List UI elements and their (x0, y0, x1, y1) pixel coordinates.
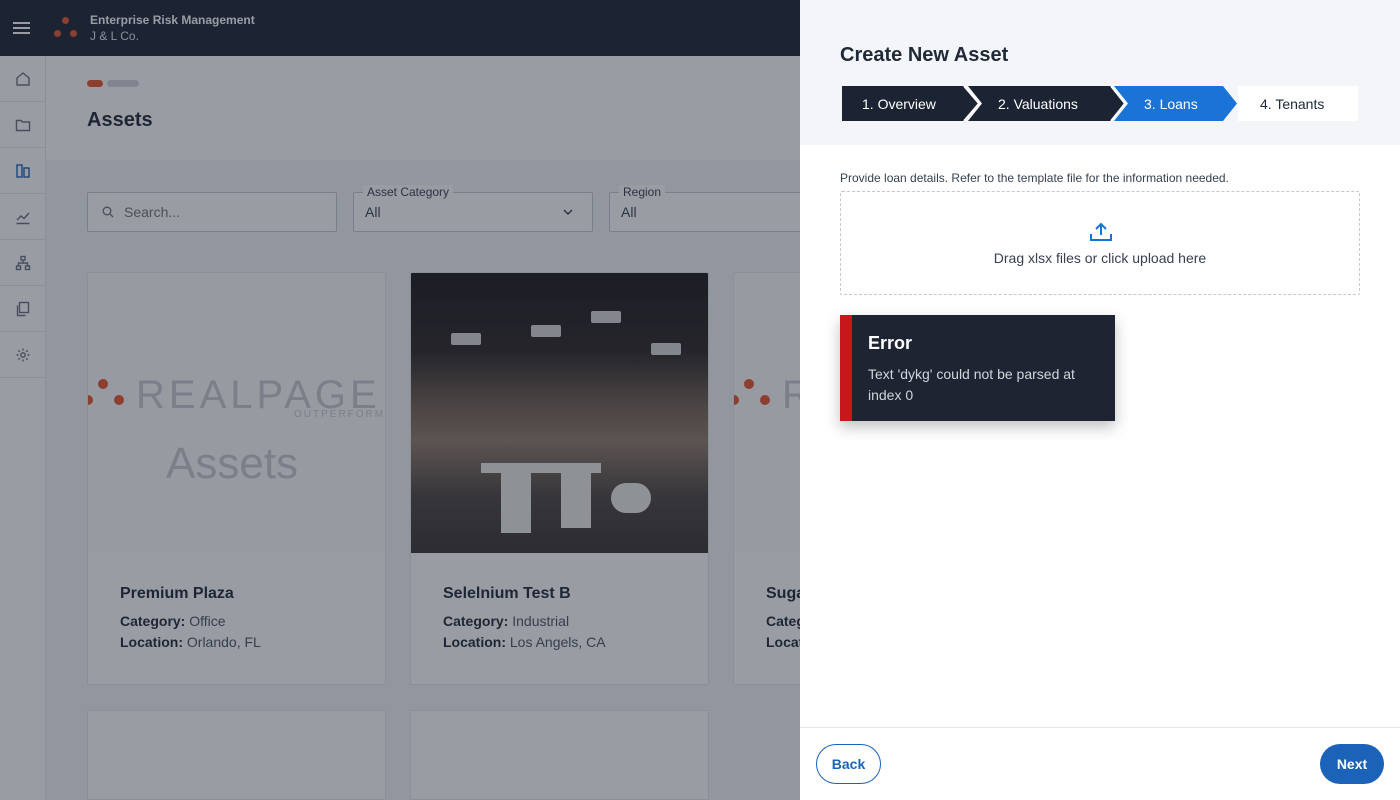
file-dropzone[interactable]: Drag xlsx files or click upload here (840, 191, 1360, 295)
back-button[interactable]: Back (816, 744, 881, 784)
step-progress: 1. Overview 2. Valuations 3. Loans 4. Te… (842, 86, 1358, 121)
step-label: 2. Valuations (998, 95, 1078, 112)
upload-instructions: Provide loan details. Refer to the templ… (840, 171, 1229, 185)
error-message: Text 'dykg' could not be parsed at index… (868, 366, 1075, 403)
drawer-header: Create New Asset 1. Overview 2. Valuatio… (800, 0, 1400, 145)
error-indicator (840, 315, 852, 421)
dropzone-text: Drag xlsx files or click upload here (993, 250, 1207, 266)
error-title: Error (868, 333, 913, 353)
step-label: 3. Loans (1144, 95, 1198, 112)
step-overview[interactable]: 1. Overview (842, 86, 980, 121)
create-asset-drawer: Create New Asset 1. Overview 2. Valuatio… (800, 0, 1400, 800)
next-button[interactable]: Next (1320, 744, 1384, 784)
step-tenants[interactable]: 4. Tenants (1238, 86, 1358, 121)
step-label: 1. Overview (862, 95, 936, 112)
upload-icon (1090, 222, 1112, 241)
step-loans[interactable]: 3. Loans (1114, 86, 1238, 121)
drawer-title: Create New Asset (840, 44, 1009, 66)
drawer-footer: Back Next (800, 727, 1400, 800)
error-toast: Error Text 'dykg' could not be parsed at… (840, 315, 1115, 421)
step-valuations[interactable]: 2. Valuations (968, 86, 1126, 121)
step-label: 4. Tenants (1260, 95, 1325, 112)
